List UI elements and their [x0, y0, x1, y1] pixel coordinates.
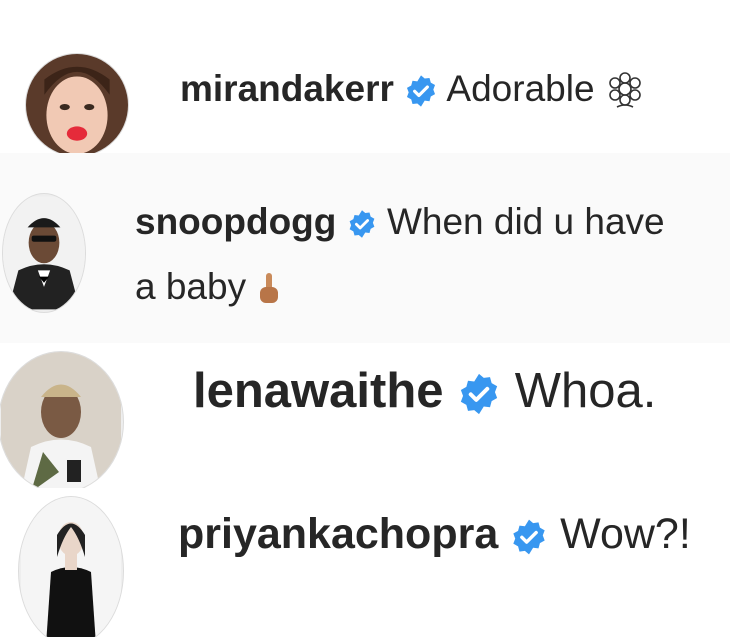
verified-badge-icon — [457, 372, 501, 416]
avatar-lenawaithe[interactable] — [0, 351, 124, 488]
flower-emoji-icon — [605, 71, 645, 111]
comment-row-snoopdogg: snoopdogg When did u have a baby — [0, 153, 730, 343]
verified-badge-icon — [347, 209, 377, 239]
comment-row-mirandakerr: mirandakerr Adorable — [0, 0, 730, 153]
verified-badge-icon — [404, 74, 438, 108]
comment-text-snoopdogg-line1: When did u have — [386, 201, 665, 242]
comment-text-priyankachopra: Wow?! — [560, 510, 691, 558]
avatar-snoopdogg[interactable] — [2, 193, 86, 313]
pointing-up-emoji-icon — [256, 271, 282, 307]
comment-row-priyankachopra: priyankachopra Wow?! — [0, 488, 730, 637]
avatar-mirandakerr[interactable] — [25, 53, 129, 153]
comment-row-lenawaithe: lenawaithe Whoa. — [0, 343, 730, 488]
comment-text-lenawaithe: Whoa. — [514, 364, 657, 418]
comment-text-snoopdogg-line2: a baby — [135, 265, 247, 307]
username-snoopdogg[interactable]: snoopdogg — [135, 201, 336, 242]
username-lenawaithe[interactable]: lenawaithe — [193, 364, 444, 418]
avatar-priyankachopra[interactable] — [18, 496, 124, 637]
comment-text-mirandakerr: Adorable — [446, 68, 595, 109]
verified-badge-icon — [510, 518, 548, 556]
username-mirandakerr[interactable]: mirandakerr — [180, 68, 394, 109]
username-priyankachopra[interactable]: priyankachopra — [178, 510, 498, 558]
